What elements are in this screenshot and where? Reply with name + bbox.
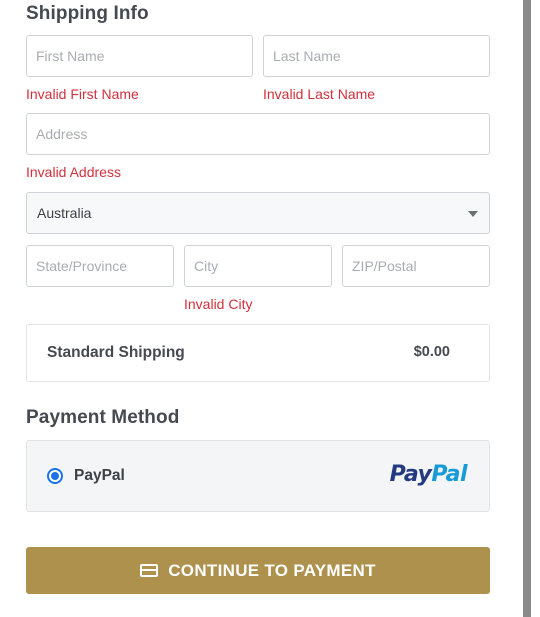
last-name-input[interactable] (263, 35, 490, 77)
country-select[interactable]: Australia (26, 192, 490, 234)
first-name-input[interactable] (26, 35, 253, 77)
paypal-radio[interactable] (47, 468, 63, 484)
payment-method-title: Payment Method (26, 407, 180, 428)
last-name-error: Invalid Last Name (263, 86, 376, 102)
continue-to-payment-label: CONTINUE TO PAYMENT (168, 560, 376, 580)
address-error: Invalid Address (26, 164, 121, 180)
shipping-info-title: Shipping Info (26, 3, 149, 24)
shipping-method-name: Standard Shipping (47, 344, 185, 361)
address-input[interactable] (26, 113, 490, 155)
chevron-down-icon (468, 211, 478, 217)
country-select-value: Australia (37, 205, 92, 221)
paypal-logo: PayPal (389, 462, 468, 487)
first-name-error: Invalid First Name (26, 86, 139, 102)
scrollbar-thumb[interactable] (523, 0, 531, 617)
paypal-logo-pal: Pal (431, 462, 467, 487)
payment-option-paypal[interactable]: PayPal PayPal (26, 440, 490, 512)
zip-input[interactable] (342, 245, 490, 287)
credit-card-icon (140, 564, 159, 577)
city-input[interactable] (184, 245, 332, 287)
state-input[interactable] (26, 245, 174, 287)
paypal-label: PayPal (74, 467, 125, 484)
shipping-method-card[interactable]: Standard Shipping $0.00 (26, 324, 490, 382)
city-error: Invalid City (184, 296, 253, 312)
continue-to-payment-button[interactable]: CONTINUE TO PAYMENT (26, 547, 490, 594)
paypal-logo-pay: Pay (389, 462, 432, 487)
shipping-method-price: $0.00 (413, 344, 450, 360)
